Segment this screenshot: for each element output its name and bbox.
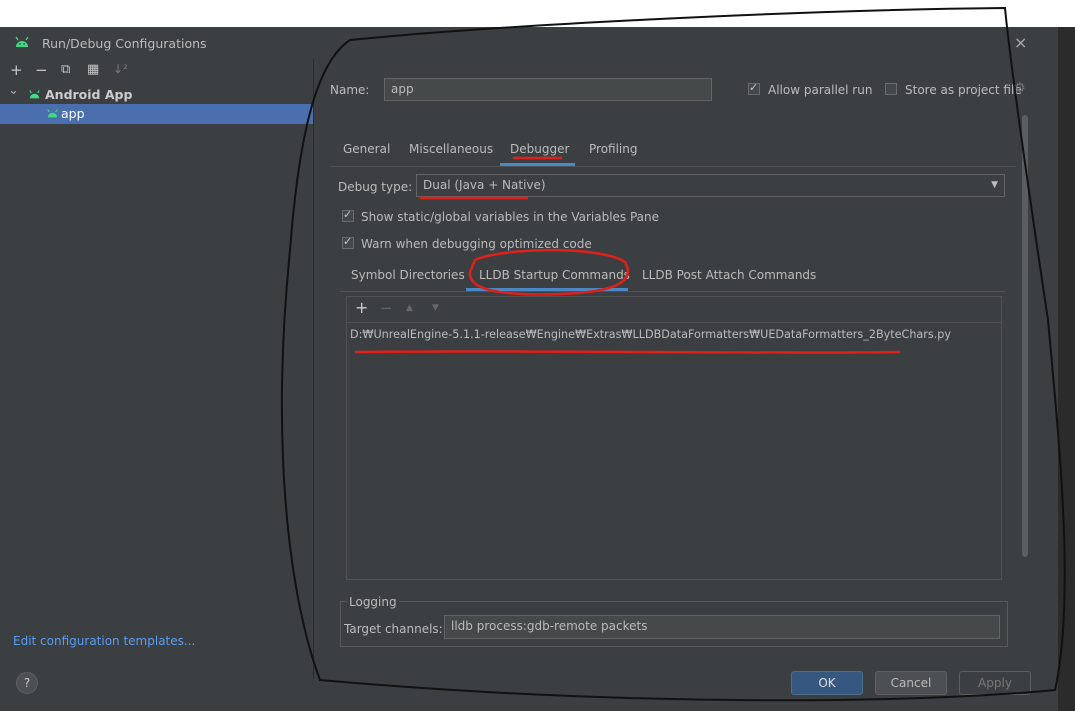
- edit-templates-link[interactable]: Edit configuration templates...: [13, 634, 195, 648]
- show-static-checkbox[interactable]: [342, 208, 354, 222]
- logging-title: Logging: [347, 595, 399, 609]
- name-label: Name:: [330, 83, 370, 97]
- tree-item-label: app: [61, 106, 85, 121]
- subtab-lldb-post-attach[interactable]: LLDB Post Attach Commands: [642, 268, 816, 282]
- tabs-divider: [330, 166, 1016, 167]
- apply-button[interactable]: Apply: [959, 671, 1031, 695]
- logging-group: Logging Target channels: lldb process:gd…: [340, 595, 1008, 647]
- store-project-label: Store as project file: [905, 83, 1022, 97]
- gear-icon[interactable]: ⚙: [1014, 81, 1026, 96]
- warn-optimized-label: Warn when debugging optimized code: [361, 237, 592, 251]
- close-icon[interactable]: ×: [1014, 33, 1027, 52]
- window-title: Run/Debug Configurations: [42, 36, 207, 51]
- allow-parallel-label: Allow parallel run: [768, 83, 873, 97]
- chevron-down-icon: ▼: [991, 180, 998, 190]
- subtab-symbol-directories[interactable]: Symbol Directories: [351, 268, 465, 282]
- background-ide-strip: [1058, 27, 1075, 711]
- tree-item-app[interactable]: app: [0, 104, 313, 124]
- chevron-down-icon[interactable]: ⌄: [8, 83, 19, 98]
- tab-general[interactable]: General: [343, 142, 390, 156]
- debug-type-select[interactable]: Dual (Java + Native) ▼: [416, 174, 1005, 197]
- add-command-button[interactable]: +: [355, 298, 368, 317]
- subtabs-divider: [340, 291, 1006, 292]
- add-config-button[interactable]: +: [10, 61, 23, 79]
- help-icon: ?: [23, 676, 31, 690]
- folder-icon[interactable]: ▦: [87, 62, 99, 77]
- allow-parallel-checkbox[interactable]: [748, 81, 760, 95]
- tab-debugger[interactable]: Debugger: [510, 142, 569, 156]
- move-down-icon[interactable]: ▼: [432, 303, 439, 313]
- ok-button[interactable]: OK: [791, 671, 863, 695]
- debug-type-label: Debug type:: [338, 180, 413, 194]
- title-bar: Run/Debug Configurations ×: [0, 27, 1058, 59]
- sort-icon[interactable]: ↓²: [113, 62, 128, 76]
- subtab-lldb-startup[interactable]: LLDB Startup Commands: [479, 268, 630, 282]
- store-project-checkbox[interactable]: [885, 83, 897, 95]
- command-row[interactable]: D:₩UnrealEngine-5.1.1-release₩Engine₩Ext…: [350, 328, 951, 341]
- remove-command-button[interactable]: −: [380, 299, 393, 317]
- tree-group-label: Android App: [45, 87, 133, 102]
- warn-optimized-checkbox[interactable]: [342, 235, 354, 249]
- copy-config-icon[interactable]: ⧉: [61, 62, 70, 77]
- list-toolbar: + − ▲ ▼: [347, 297, 1001, 323]
- tab-profiling[interactable]: Profiling: [589, 142, 638, 156]
- config-detail-panel: Name: app Allow parallel run Store as pr…: [314, 59, 1058, 679]
- help-button[interactable]: ?: [16, 672, 38, 694]
- cancel-button[interactable]: Cancel: [875, 671, 947, 695]
- android-icon: [14, 35, 30, 52]
- commands-list-panel: + − ▲ ▼ D:₩UnrealEngine-5.1.1-release₩En…: [346, 296, 1002, 580]
- remove-config-button[interactable]: −: [35, 61, 48, 79]
- debug-type-value: Dual (Java + Native): [423, 178, 546, 192]
- run-debug-dialog: Run/Debug Configurations × + − ⧉ ▦ ↓² ⌄ …: [0, 27, 1058, 711]
- dialog-footer: ? OK Cancel Apply: [0, 671, 1058, 711]
- name-field[interactable]: app: [384, 78, 712, 101]
- target-channels-field[interactable]: lldb process:gdb-remote packets: [444, 615, 1000, 639]
- config-tree-panel: + − ⧉ ▦ ↓² ⌄ Android App app Edit config…: [0, 59, 314, 711]
- tree-group-android-app[interactable]: ⌄ Android App: [0, 83, 313, 105]
- target-channels-label: Target channels:: [344, 622, 443, 636]
- tab-miscellaneous[interactable]: Miscellaneous: [409, 142, 493, 156]
- scrollbar[interactable]: [1022, 115, 1028, 557]
- show-static-label: Show static/global variables in the Vari…: [361, 210, 660, 224]
- move-up-icon[interactable]: ▲: [406, 303, 413, 313]
- android-app-icon: [28, 89, 41, 103]
- android-app-icon: [46, 108, 59, 122]
